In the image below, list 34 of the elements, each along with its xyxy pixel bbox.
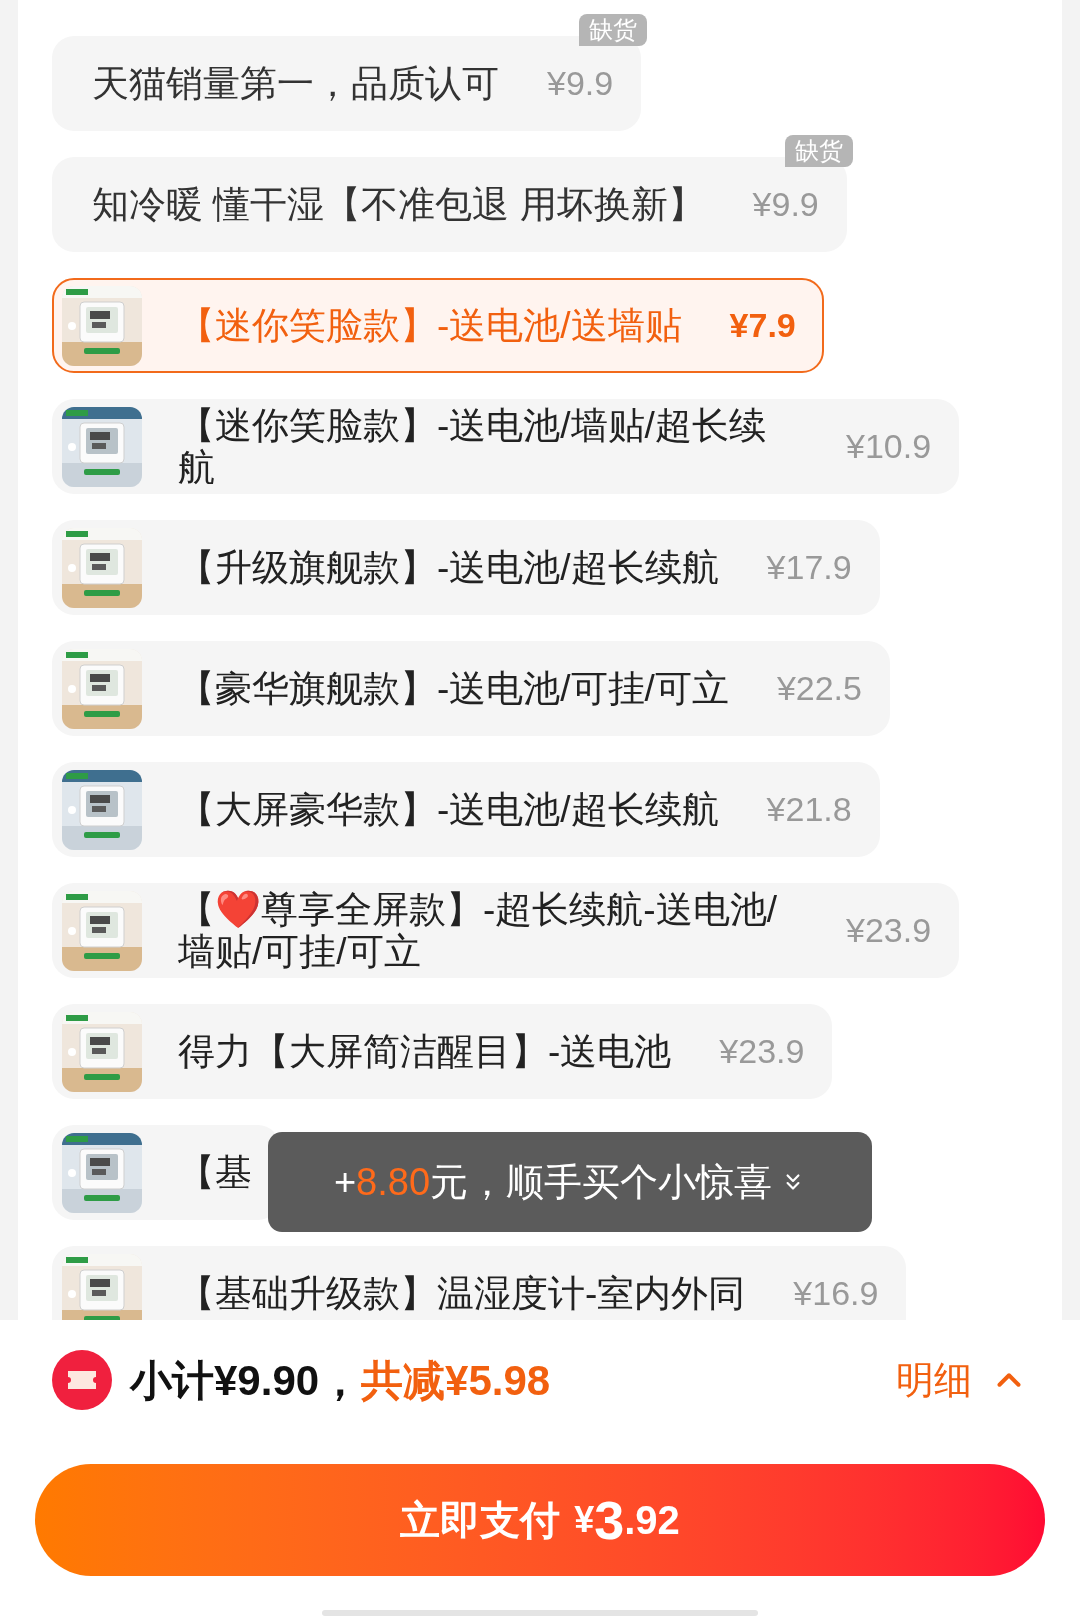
option-price: ¥21.8 xyxy=(766,789,852,830)
option-price: ¥7.9 xyxy=(729,305,796,346)
option-price: ¥10.9 xyxy=(846,426,932,467)
option-price: ¥9.9 xyxy=(547,63,614,104)
option-chip[interactable]: 【大屏豪华款】-送电池/超长续航 ¥21.8 xyxy=(52,762,880,857)
option-title: 知冷暖 懂干湿【不准包退 用坏换新】 xyxy=(92,183,705,226)
option-title: 【迷你笑脸款】-送电池/送墙贴 xyxy=(178,304,682,347)
option-price: ¥17.9 xyxy=(766,547,852,588)
option-chip[interactable]: 【迷你笑脸款】-送电池/墙贴/超长续航 ¥10.9 xyxy=(52,399,960,494)
option-chip[interactable]: 【豪华旗舰款】-送电池/可挂/可立 ¥22.5 xyxy=(52,641,890,736)
option-title: 【大屏豪华款】-送电池/超长续航 xyxy=(178,788,719,831)
option-title: 得力【大屏简洁醒目】-送电池 xyxy=(178,1030,672,1073)
option-title: 【迷你笑脸款】-送电池/墙贴/超长续航 xyxy=(178,404,767,489)
option-chip[interactable]: 【升级旗舰款】-送电池/超长续航 ¥17.9 xyxy=(52,520,880,615)
subtotal-text: 小计¥9.90， xyxy=(130,1355,362,1406)
option-title: 【豪华旗舰款】-送电池/可挂/可立 xyxy=(178,667,729,710)
option-price: ¥9.9 xyxy=(752,184,819,225)
option-price: ¥23.9 xyxy=(846,910,932,951)
option-price: ¥16.9 xyxy=(793,1273,879,1314)
option-title: 【❤尊享全屏款】-超长续航-送电池/墙贴/可挂/可立 xyxy=(178,888,778,973)
coupon-icon xyxy=(52,1350,112,1410)
option-chip[interactable]: 【❤尊享全屏款】-超长续航-送电池/墙贴/可挂/可立 ¥23.9 xyxy=(52,883,960,978)
toast-message: +8.80元，顺手买个小惊喜 xyxy=(333,1159,773,1205)
option-title: 【基础升级款】温湿度计-室内外同 xyxy=(178,1272,746,1315)
option-title: 【升级旗舰款】-送电池/超长续航 xyxy=(178,546,719,589)
out-of-stock-badge: 缺货 xyxy=(784,135,853,167)
option-chip[interactable]: 【基础升级款】温湿度计-室内外同 ¥16.9 xyxy=(52,1246,907,1320)
option-chip[interactable]: 得力【大屏简洁醒目】-送电池 ¥23.9 xyxy=(52,1004,833,1099)
option-title: 天猫销量第一，品质认可 xyxy=(92,62,499,105)
option-price: ¥22.5 xyxy=(776,668,862,709)
out-of-stock-badge: 缺货 xyxy=(579,14,648,46)
discount-text: 共减¥5.98 xyxy=(361,1355,551,1406)
option-price: ¥23.9 xyxy=(719,1031,805,1072)
option-title: 【基 xyxy=(178,1151,252,1194)
